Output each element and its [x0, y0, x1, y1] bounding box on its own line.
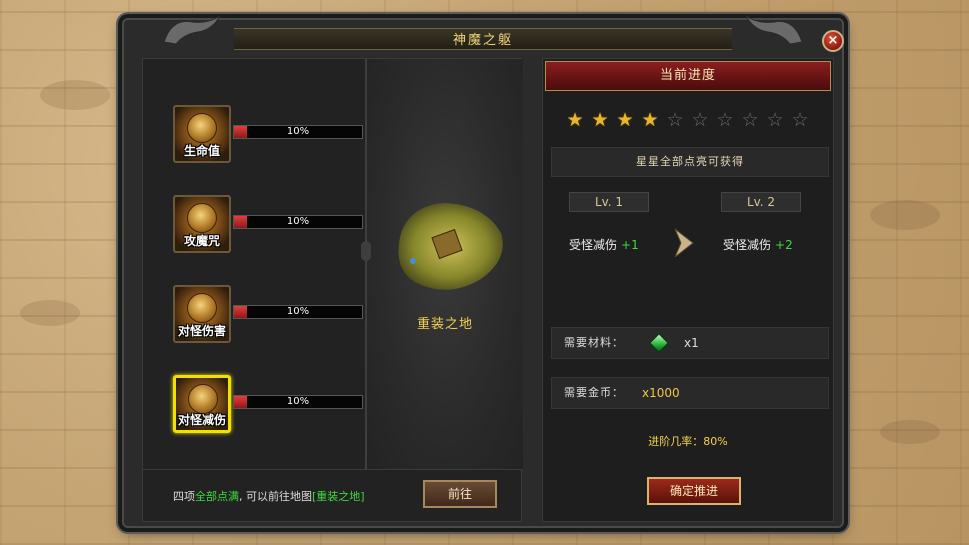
- skill-row: 生命值 10%: [173, 105, 363, 167]
- gold-label: 需要金币：: [564, 386, 624, 399]
- helmet-icon: [187, 113, 217, 143]
- island-map-icon[interactable]: [381, 193, 511, 303]
- progress-text: 10%: [286, 396, 310, 407]
- skill-name: 生命值: [183, 144, 220, 158]
- gold-row: 需要金币： x1000: [551, 377, 829, 409]
- gold-quantity: x1000: [642, 386, 680, 400]
- stat-value: +2: [775, 238, 793, 252]
- skill-progress-bar: 10%: [233, 395, 363, 409]
- goto-button[interactable]: 前往: [423, 480, 497, 508]
- close-button[interactable]: ×: [822, 30, 844, 52]
- map-name: 重装之地: [416, 317, 473, 332]
- armor-icon: [187, 293, 217, 323]
- dragon-ornament-icon: [163, 15, 221, 45]
- skill-row: 对怪伤害 10%: [173, 285, 363, 347]
- stat-value: +1: [621, 238, 639, 252]
- next-level: Lv. 2: [721, 192, 801, 212]
- window-title: 神魔之躯: [452, 33, 513, 48]
- skills-panel: 生命值 10% 攻魔咒 10% 对怪伤害 10% 对怪减伤 10% 重装之地 四…: [142, 58, 523, 523]
- map-preview: 重装之地: [361, 59, 523, 469]
- star-empty-icon: ☆: [766, 109, 784, 131]
- demon-mask-icon: [187, 203, 217, 233]
- skill-name: 对怪伤害: [177, 324, 226, 338]
- star-empty-icon: ☆: [716, 109, 734, 131]
- dragon-emblem-icon: [188, 384, 218, 414]
- confirm-advance-button[interactable]: 确定推进: [647, 477, 741, 505]
- next-stat: 受怪减伤 +2: [723, 236, 793, 253]
- divider-knob: [361, 241, 371, 261]
- green-gem-icon[interactable]: [649, 333, 669, 353]
- hint-map-link[interactable]: [重装之地]: [312, 490, 365, 503]
- skill-name: 对怪减伤: [177, 413, 226, 427]
- star-empty-icon: ☆: [666, 109, 684, 131]
- skill-row: 攻魔咒 10%: [173, 195, 363, 257]
- material-quantity: x1: [684, 336, 699, 350]
- dialog-window: 神魔之躯 × 生命值 10% 攻魔咒 10% 对怪伤害 10% 对怪减伤 10%…: [122, 15, 844, 528]
- reward-info: 星星全部点亮可获得: [551, 147, 829, 177]
- star-rating: ★ ★ ★ ★ ☆ ☆ ☆ ☆ ☆ ☆: [565, 109, 810, 133]
- star-filled-icon: ★: [591, 109, 609, 131]
- progress-text: 10%: [286, 216, 310, 227]
- skill-progress-bar: 10%: [233, 215, 363, 229]
- dragon-ornament-icon: [745, 15, 803, 45]
- progress-text: 10%: [286, 306, 310, 317]
- skill-health-icon[interactable]: 生命值: [173, 105, 231, 163]
- progress-text: 10%: [286, 126, 310, 137]
- star-filled-icon: ★: [566, 109, 584, 131]
- material-label: 需要材料：: [564, 336, 624, 349]
- current-level: Lv. 1: [569, 192, 649, 212]
- stat-label: 受怪减伤: [723, 238, 772, 252]
- panel-header: 当前进度: [545, 61, 831, 91]
- success-rate: 进阶几率：80%: [648, 435, 728, 448]
- skill-row: 对怪减伤 10%: [173, 375, 363, 437]
- skill-progress-bar: 10%: [233, 305, 363, 319]
- skill-name: 攻魔咒: [183, 234, 220, 248]
- skill-attack-icon[interactable]: 攻魔咒: [173, 195, 231, 253]
- current-stat: 受怪减伤 +1: [569, 236, 639, 253]
- star-empty-icon: ☆: [791, 109, 809, 131]
- star-filled-icon: ★: [641, 109, 659, 131]
- hint-highlight: 全部点满: [195, 490, 239, 503]
- skill-progress-bar: 10%: [233, 125, 363, 139]
- star-empty-icon: ☆: [741, 109, 759, 131]
- skill-monster-reduction-icon[interactable]: 对怪减伤: [173, 375, 231, 433]
- title-bar[interactable]: 神魔之躯: [234, 28, 732, 50]
- hint-text: 四项全部点满, 可以前往地图[重装之地]: [173, 488, 365, 504]
- progress-panel: 当前进度 ★ ★ ★ ★ ☆ ☆ ☆ ☆ ☆ ☆ 星星全部点亮可获得 Lv. 1 Lv. 2 受怪…: [542, 58, 834, 522]
- material-row: 需要材料： x1: [551, 327, 829, 359]
- skill-monster-damage-icon[interactable]: 对怪伤害: [173, 285, 231, 343]
- stat-label: 受怪减伤: [569, 238, 618, 252]
- bottom-bar: 四项全部点满, 可以前往地图[重装之地] 前往: [143, 469, 521, 523]
- star-filled-icon: ★: [616, 109, 634, 131]
- arrow-right-icon: [674, 228, 694, 258]
- star-empty-icon: ☆: [691, 109, 709, 131]
- hint-middle: , 可以前往地图: [239, 490, 312, 503]
- hint-prefix: 四项: [173, 490, 195, 503]
